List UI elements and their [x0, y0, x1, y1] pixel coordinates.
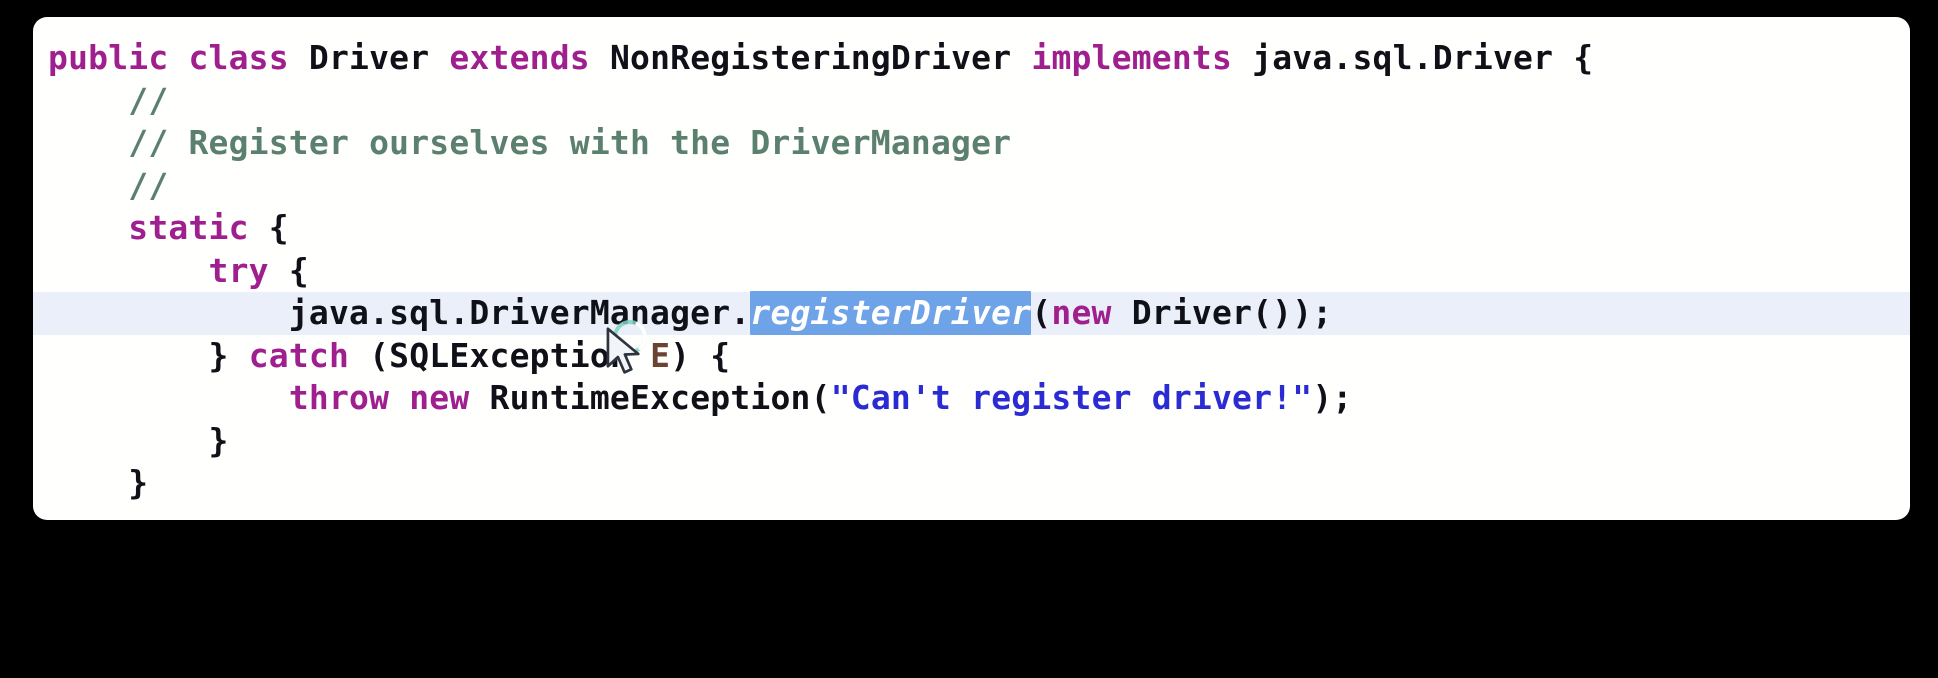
code-token: throw — [288, 378, 390, 417]
code-token: extends — [449, 38, 590, 77]
code-token: implements — [1031, 38, 1233, 77]
code-token: ( — [810, 378, 831, 417]
code-editor-card: public class Driver extends NonRegisteri… — [33, 17, 1910, 520]
code-editor-content[interactable]: public class Driver extends NonRegisteri… — [33, 17, 1910, 520]
code-token: // — [48, 165, 169, 205]
selected-token[interactable]: registerDriver — [750, 291, 1032, 335]
code-token: NonRegisteringDriver — [609, 38, 1012, 77]
code-token: E — [650, 335, 671, 375]
code-token: java.sql.DriverManager. — [48, 293, 751, 332]
code-line[interactable]: static { — [33, 207, 1910, 250]
code-token: ( — [349, 335, 390, 375]
code-token: RuntimeException — [489, 378, 811, 417]
code-token: Driver — [1131, 293, 1253, 332]
code-token: class — [188, 38, 289, 77]
code-line[interactable]: public class Driver extends NonRegisteri… — [33, 37, 1910, 80]
code-token: // — [48, 80, 169, 120]
code-token: catch — [248, 335, 350, 375]
code-token: static — [128, 208, 249, 247]
code-line[interactable]: try { — [33, 250, 1910, 293]
code-token: SQLException — [389, 335, 630, 375]
code-token: } — [48, 420, 229, 460]
code-token: } — [48, 335, 249, 375]
code-line[interactable]: throw new RuntimeException("Can't regist… — [33, 377, 1910, 420]
code-token: // Register ourselves with the DriverMan… — [48, 123, 1012, 162]
code-line[interactable]: // — [33, 165, 1910, 208]
code-token: ) { — [670, 335, 731, 375]
code-line[interactable]: } catch (SQLException E) { — [33, 335, 1910, 378]
screenshot-root: public class Driver extends NonRegisteri… — [0, 0, 1938, 678]
code-line[interactable]: } — [33, 420, 1910, 463]
code-line[interactable]: } — [33, 462, 1910, 505]
code-token: Driver — [308, 38, 430, 77]
code-token: "Can't register driver!" — [830, 378, 1313, 417]
code-token: try — [208, 250, 269, 290]
code-token: ()); — [1252, 293, 1333, 332]
code-token: ( — [1031, 293, 1052, 332]
code-token: { — [268, 250, 309, 290]
code-line[interactable]: // — [33, 80, 1910, 123]
code-token: { — [248, 208, 289, 247]
code-token: java.sql.Driver { — [1252, 38, 1594, 77]
code-token: } — [48, 463, 149, 502]
code-token: ); — [1312, 378, 1353, 417]
code-token: new — [1051, 293, 1112, 332]
code-token: public — [48, 38, 169, 77]
code-line[interactable]: java.sql.DriverManager.registerDriver(ne… — [33, 291, 1910, 335]
code-token: new — [409, 378, 470, 417]
code-line[interactable]: // Register ourselves with the DriverMan… — [33, 122, 1910, 165]
